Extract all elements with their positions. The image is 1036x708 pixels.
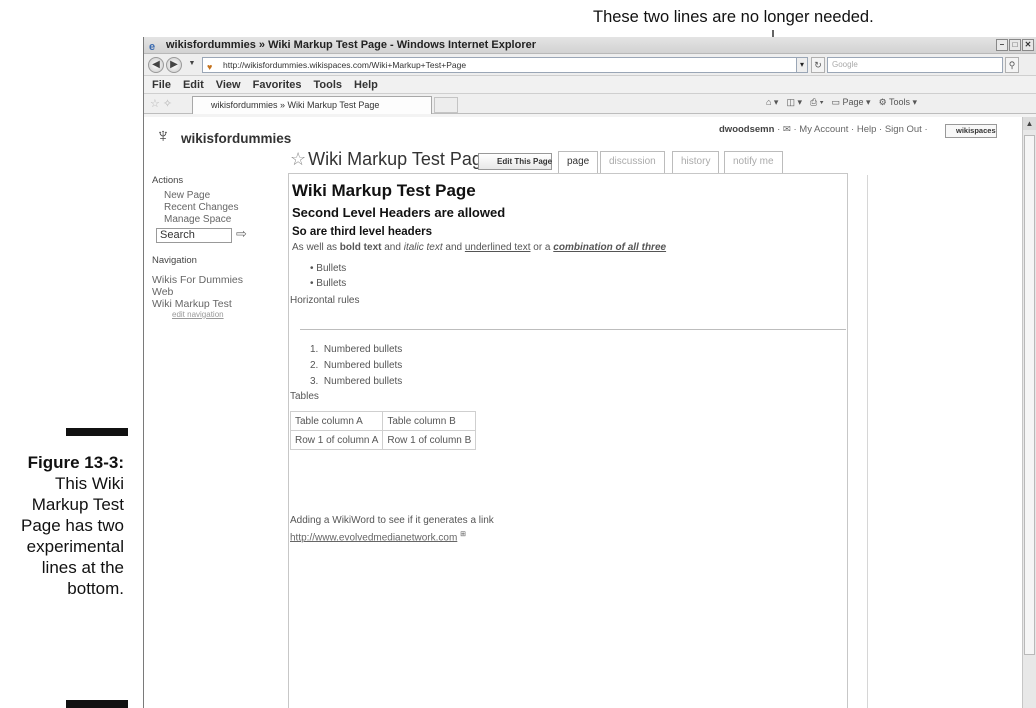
external-link-line: http://www.evolvedmedianetwork.com ⊞ (290, 530, 466, 543)
forward-button[interactable]: ▶ (166, 57, 182, 73)
sidebar-item-manage-space[interactable]: Manage Space (152, 214, 280, 226)
menu-view[interactable]: View (216, 76, 241, 93)
figure-caption: Figure 13-3: This Wiki Markup Test Page … (0, 452, 124, 599)
content-heading-1: Wiki Markup Test Page (292, 181, 476, 200)
wikispaces-logo-icon: ♆ (155, 125, 171, 147)
wikiword-line: Adding a WikiWord to see if it generates… (290, 515, 494, 526)
page-menu[interactable]: ▭ Page ▾ (831, 97, 870, 108)
my-account-link[interactable]: My Account (799, 124, 848, 135)
address-dropdown[interactable]: ▾ (796, 57, 808, 73)
title-bar: e wikisfordummies » Wiki Markup Test Pag… (144, 37, 1036, 54)
username[interactable]: dwoodsemn (719, 124, 774, 135)
menu-bar: File Edit View Favorites Tools Help (144, 76, 1036, 94)
sidebar-search: Search ⇨ (152, 226, 280, 243)
sidebar-item-recent-changes[interactable]: Recent Changes (152, 202, 280, 214)
figure-label: Figure 13-3: (27, 453, 124, 472)
scroll-up-arrow-icon[interactable]: ▲ (1023, 117, 1036, 130)
sign-out-link[interactable]: Sign Out (885, 124, 922, 135)
figure-caption-text: This Wiki Markup Test Page has two exper… (20, 474, 124, 598)
actions-heading: Actions (152, 175, 184, 186)
home-icon[interactable]: ⌂ ▾ (766, 97, 778, 108)
wikispaces-button[interactable]: wikispaces (945, 124, 997, 138)
tools-menu[interactable]: ⚙ Tools ▾ (879, 97, 917, 108)
table-row: Row 1 of column A Row 1 of column B (289, 430, 477, 450)
command-bar: ⌂ ▾ ◫ ▾ ⎙ ▾ ▭ Page ▾ ⚙ Tools ▾ (766, 97, 917, 108)
feeds-icon[interactable]: ◫ ▾ (786, 97, 802, 108)
user-bar: dwoodsemn · ✉ · My Account · Help · Sign… (719, 124, 928, 135)
window-title: wikisfordummies » Wiki Markup Test Page … (166, 39, 537, 51)
refresh-button[interactable]: ↻ (811, 57, 825, 73)
window-controls: – □ ✕ (996, 39, 1034, 51)
sidebar-item-new-page[interactable]: New Page (152, 190, 280, 202)
search-box[interactable]: Google (827, 57, 1003, 73)
content-table: Table column A Table column B Row 1 of c… (289, 411, 477, 450)
search-icon[interactable]: ⚲ (1005, 57, 1019, 73)
content-heading-2: Second Level Headers are allowed (292, 205, 506, 220)
formatting-paragraph: As well as bold text and italic text and… (292, 242, 667, 253)
tab-page[interactable]: page (558, 151, 599, 174)
nav-link-wiki-markup-test[interactable]: Wiki Markup Test (152, 298, 280, 310)
numbered-item: 3. Numbered bullets (310, 376, 403, 387)
vertical-scrollbar[interactable]: ▲ (1022, 117, 1036, 708)
tab-history[interactable]: history (672, 151, 720, 173)
tab-notify-me[interactable]: notify me (724, 151, 783, 173)
bullet-item: • Bullets (310, 278, 347, 289)
page-viewport: ♆ wikisfordummies dwoodsemn · ✉ · My Acc… (144, 117, 1023, 708)
address-bar[interactable]: ♥ http://wikisfordummies.wikispaces.com/… (202, 57, 806, 73)
right-divider (867, 175, 868, 708)
site-name[interactable]: wikisfordummies (181, 131, 291, 146)
tab-discussion[interactable]: discussion (600, 151, 665, 173)
address-toolbar: ◀ ▶ ▼ ♥ http://wikisfordummies.wikispace… (144, 54, 1036, 76)
menu-tools[interactable]: Tools (314, 76, 343, 93)
content-heading-3: So are third level headers (292, 226, 432, 238)
menu-favorites[interactable]: Favorites (253, 76, 302, 93)
menu-help[interactable]: Help (354, 76, 378, 93)
back-button[interactable]: ◀ (148, 57, 164, 73)
external-link[interactable]: http://www.evolvedmedianetwork.com (290, 532, 457, 543)
maximize-button[interactable]: □ (1009, 39, 1021, 51)
print-icon[interactable]: ⎙ ▾ (810, 97, 823, 108)
caption-bar-top (66, 428, 128, 436)
watch-star-icon[interactable]: ☆ (290, 149, 306, 169)
sidebar: Actions New Page Recent Changes Manage S… (152, 175, 280, 319)
browser-window: e wikisfordummies » Wiki Markup Test Pag… (143, 37, 1036, 708)
navigation-heading: Navigation (152, 255, 197, 266)
tables-label: Tables (290, 391, 319, 402)
nav-list: Wikis For Dummies Web Wiki Markup Test e… (152, 274, 280, 319)
external-link-icon: ⊞ (460, 531, 466, 538)
tab-title: wikisfordummies » Wiki Markup Test Page (211, 100, 380, 110)
favorites-star-icon[interactable]: ☆ ✧ (150, 97, 172, 110)
numbered-item: 1. Numbered bullets (310, 344, 403, 355)
scrollbar-thumb[interactable] (1024, 135, 1035, 655)
browser-tab[interactable]: wikisfordummies » Wiki Markup Test Page (192, 96, 432, 114)
edit-page-button[interactable]: Edit This Page (478, 153, 552, 170)
nav-link-web[interactable]: Web (152, 286, 280, 298)
table-cell: Row 1 of column B (382, 430, 477, 450)
table-cell: Table column A (289, 411, 384, 431)
menu-file[interactable]: File (152, 76, 171, 93)
search-input[interactable]: Search (156, 228, 232, 243)
search-go-arrow-icon[interactable]: ⇨ (236, 226, 247, 242)
menu-edit[interactable]: Edit (183, 76, 204, 93)
callout-text: These two lines are no longer needed. (593, 8, 874, 26)
numbered-item: 2. Numbered bullets (310, 360, 403, 371)
horizontal-rule (300, 329, 846, 330)
help-link[interactable]: Help (857, 124, 877, 135)
edit-navigation-link[interactable]: edit navigation (152, 310, 280, 319)
tab-row: ☆ ✧ wikisfordummies » Wiki Markup Test P… (144, 94, 1036, 114)
table-cell: Table column B (382, 411, 477, 431)
caption-bar-bottom (66, 700, 128, 708)
table-cell: Row 1 of column A (289, 430, 384, 450)
bullet-item: • Bullets (310, 263, 347, 274)
minimize-button[interactable]: – (996, 39, 1008, 51)
nav-link-wikis-for-dummies[interactable]: Wikis For Dummies (152, 274, 280, 286)
table-row: Table column A Table column B (289, 411, 477, 431)
close-button[interactable]: ✕ (1022, 39, 1034, 51)
history-dropdown[interactable]: ▼ (184, 57, 200, 73)
address-url: http://wikisfordummies.wikispaces.com/Wi… (223, 60, 467, 70)
favicon-icon: ♥ (207, 62, 213, 72)
horizontal-rules-label: Horizontal rules (290, 295, 360, 306)
new-tab-button[interactable] (434, 97, 458, 113)
page-title: ☆ Wiki Markup Test Page (290, 149, 492, 169)
